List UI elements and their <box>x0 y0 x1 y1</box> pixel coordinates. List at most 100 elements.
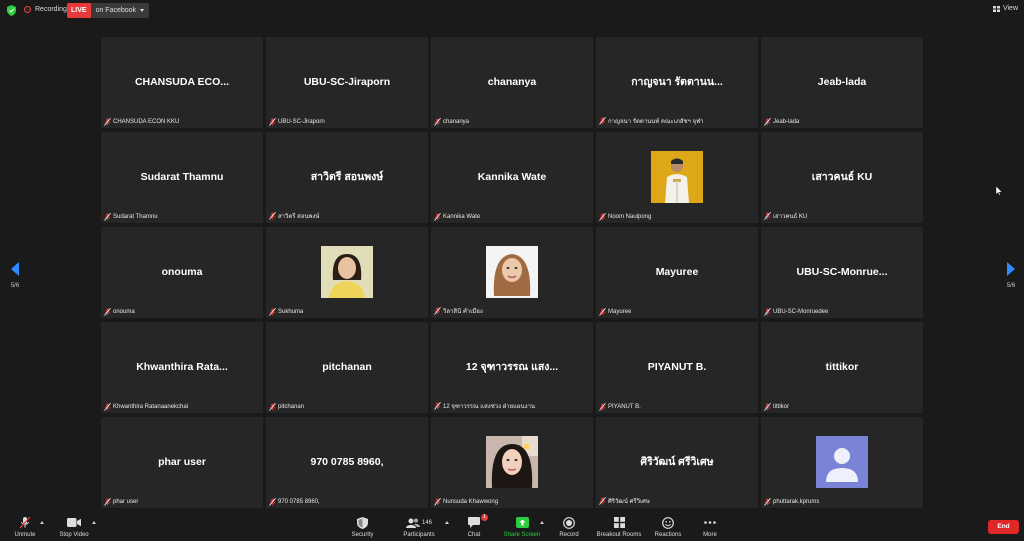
mic-muted-icon <box>434 213 441 221</box>
previous-page-button[interactable]: 5/6 <box>5 262 25 289</box>
participant-tile[interactable]: Sudarat Thamnu Sudarat Thamnu <box>101 132 263 223</box>
participant-name-label: Nunsuda Khawwong <box>434 498 498 506</box>
participant-tile[interactable]: ศิริวัฒน์ ศรีวิเศษ ศิริวัฒน์ ศรีวิเศษ <box>596 417 758 508</box>
record-button[interactable]: Record <box>558 516 580 538</box>
breakout-rooms-button[interactable]: Breakout Rooms <box>594 516 644 538</box>
participant-tile[interactable]: UBU-SC-Monrue... UBU-SC-Monruedee <box>761 227 923 318</box>
gallery-grid: CHANSUDA ECO... CHANSUDA ECON KKU UBU-SC-J… <box>101 37 926 508</box>
participant-display-name: PIYANUT B. <box>647 360 707 373</box>
participant-tile[interactable]: Khwanthira Rata... Khwanthira Ratanaanekc… <box>101 322 263 413</box>
video-options-caret-icon[interactable] <box>92 521 96 524</box>
participant-tile[interactable]: pitchanan pitchanan <box>266 322 428 413</box>
participant-name-label: สาวิตรี สอนพงษ์ <box>269 211 319 221</box>
participant-display-name: phar user <box>158 455 206 468</box>
smiley-reaction-icon <box>662 516 674 529</box>
participant-tile[interactable]: Noom Naulpong <box>596 132 758 223</box>
participant-tile[interactable]: PIYANUT B. PIYANUT B. <box>596 322 758 413</box>
participant-name-label: Sukhuma <box>269 308 303 316</box>
participant-label-text: 12 จุฑาวรรณ แสงช่วง ฝ่ายแผนงาน <box>443 404 536 410</box>
participant-tile[interactable]: Nunsuda Khawwong <box>431 417 593 508</box>
arrow-right-icon <box>1007 262 1015 276</box>
view-label: View <box>1002 5 1018 12</box>
participant-tile[interactable]: กาญจนา รัตตานน... กาญจนา รัตตานนท์ คณะเภส… <box>596 37 758 128</box>
chat-button[interactable]: 1 Chat <box>464 514 488 538</box>
more-button[interactable]: More <box>700 516 720 538</box>
security-shield-icon[interactable] <box>7 5 16 16</box>
participant-label-text: phuttarak.kprums <box>773 499 820 505</box>
participant-name-label: วิลาสินี คำเมือง <box>434 306 483 316</box>
view-grid-icon <box>992 5 1000 12</box>
mic-muted-icon <box>104 498 111 506</box>
audio-options-caret-icon[interactable] <box>40 521 44 524</box>
participant-tile[interactable]: Jeab-lada Jeab-lada <box>761 37 923 128</box>
participant-name-label: ศิริวัฒน์ ศรีวิเศษ <box>599 496 650 506</box>
participant-video <box>321 246 373 298</box>
mic-muted-icon <box>104 403 111 411</box>
participant-tile[interactable]: onouma onouma <box>101 227 263 318</box>
stop-video-label: Stop Video <box>59 532 89 538</box>
participant-tile[interactable]: Kannika Wate Kannika Wate <box>431 132 593 223</box>
mic-muted-icon <box>599 308 606 316</box>
mic-muted-icon <box>434 402 441 410</box>
participant-display-name: Kannika Wate <box>477 170 547 183</box>
mic-muted-icon <box>434 498 441 506</box>
participant-tile[interactable]: สาวิตรี สอนพงษ์ สาวิตรี สอนพงษ์ <box>266 132 428 223</box>
participant-label-text: กาญจนา รัตตานนท์ คณะเภสัชฯ จุฬา <box>608 119 704 125</box>
share-screen-button[interactable]: Share Screen <box>502 516 542 538</box>
mic-muted-icon <box>764 498 771 506</box>
participant-name-label: phuttarak.kprums <box>764 498 819 506</box>
stop-video-button[interactable]: Stop Video <box>57 516 91 538</box>
participant-label-text: Noom Naulpong <box>608 214 652 220</box>
mic-muted-icon <box>269 212 276 220</box>
participant-tile[interactable]: Mayuree Mayuree <box>596 227 758 318</box>
participant-tile[interactable]: UBU-SC-Jiraporn UBU-SC-Jiraporn <box>266 37 428 128</box>
end-meeting-button[interactable]: End <box>988 520 1019 534</box>
participant-name-label: tittikor <box>764 403 789 411</box>
default-avatar-icon <box>816 436 868 488</box>
reactions-label: Reactions <box>654 532 682 538</box>
participant-tile[interactable]: วิลาสินี คำเมือง <box>431 227 593 318</box>
participant-name-label: onouma <box>104 308 135 316</box>
mic-muted-icon <box>434 118 441 126</box>
participant-tile[interactable]: 970 0785 8960, 970 0785 8960, <box>266 417 428 508</box>
security-button[interactable]: Security <box>349 516 376 538</box>
security-label: Security <box>351 532 374 538</box>
participant-name-label: Mayuree <box>599 308 631 316</box>
participant-tile[interactable]: phuttarak.kprums <box>761 417 923 508</box>
participant-tile[interactable]: tittikor tittikor <box>761 322 923 413</box>
mic-muted-icon <box>764 212 771 220</box>
participant-label-text: Jeab-lada <box>773 119 800 125</box>
next-page-button[interactable]: 5/6 <box>1001 262 1021 289</box>
participant-label-text: วิลาสินี คำเมือง <box>443 309 483 315</box>
arrow-left-icon <box>11 262 19 276</box>
participant-name-label: กาญจนา รัตตานนท์ คณะเภสัชฯ จุฬา <box>599 116 704 126</box>
participant-display-name: กาญจนา รัตตานน... <box>631 75 723 88</box>
participant-label-text: chananya <box>443 119 470 125</box>
more-dots-icon <box>704 521 716 524</box>
participants-options-caret-icon[interactable] <box>445 521 449 524</box>
view-button[interactable]: View <box>992 5 1018 12</box>
participant-display-name: Khwanthira Rata... <box>136 360 228 373</box>
participant-tile[interactable]: เสาวคนธ์ KU เสาวคนธ์ KU <box>761 132 923 223</box>
participant-tile[interactable]: 12 จุฑาวรรณ แสง... 12 จุฑาวรรณ แสงช่วง ฝ่… <box>431 322 593 413</box>
participant-name-label: UBU-SC-Jiraporn <box>269 118 325 126</box>
participants-button[interactable]: 146 Participants <box>400 516 438 538</box>
live-streaming-badge[interactable]: LIVE on Facebook <box>67 3 150 18</box>
recording-dot-icon <box>24 6 31 13</box>
participant-tile[interactable]: Sukhuma <box>266 227 428 318</box>
recording-indicator[interactable]: Recording <box>24 6 67 13</box>
participant-name-label: Jeab-lada <box>764 118 799 126</box>
reactions-button[interactable]: Reactions <box>652 516 684 538</box>
breakout-rooms-label: Breakout Rooms <box>596 532 642 538</box>
participant-video <box>651 151 703 203</box>
chat-unread-badge: 1 <box>481 514 488 521</box>
participant-tile[interactable]: chananya chananya <box>431 37 593 128</box>
unmute-button[interactable]: Unmute <box>11 516 39 538</box>
participant-tile[interactable]: phar user phar user <box>101 417 263 508</box>
share-options-caret-icon[interactable] <box>540 521 544 524</box>
meeting-topbar: Recording LIVE on Facebook View <box>0 0 1024 22</box>
participant-name-label: phar user <box>104 498 138 506</box>
participant-display-name: UBU-SC-Jiraporn <box>303 75 391 88</box>
participant-tile[interactable]: CHANSUDA ECO... CHANSUDA ECON KKU <box>101 37 263 128</box>
mic-muted-icon <box>599 213 606 221</box>
